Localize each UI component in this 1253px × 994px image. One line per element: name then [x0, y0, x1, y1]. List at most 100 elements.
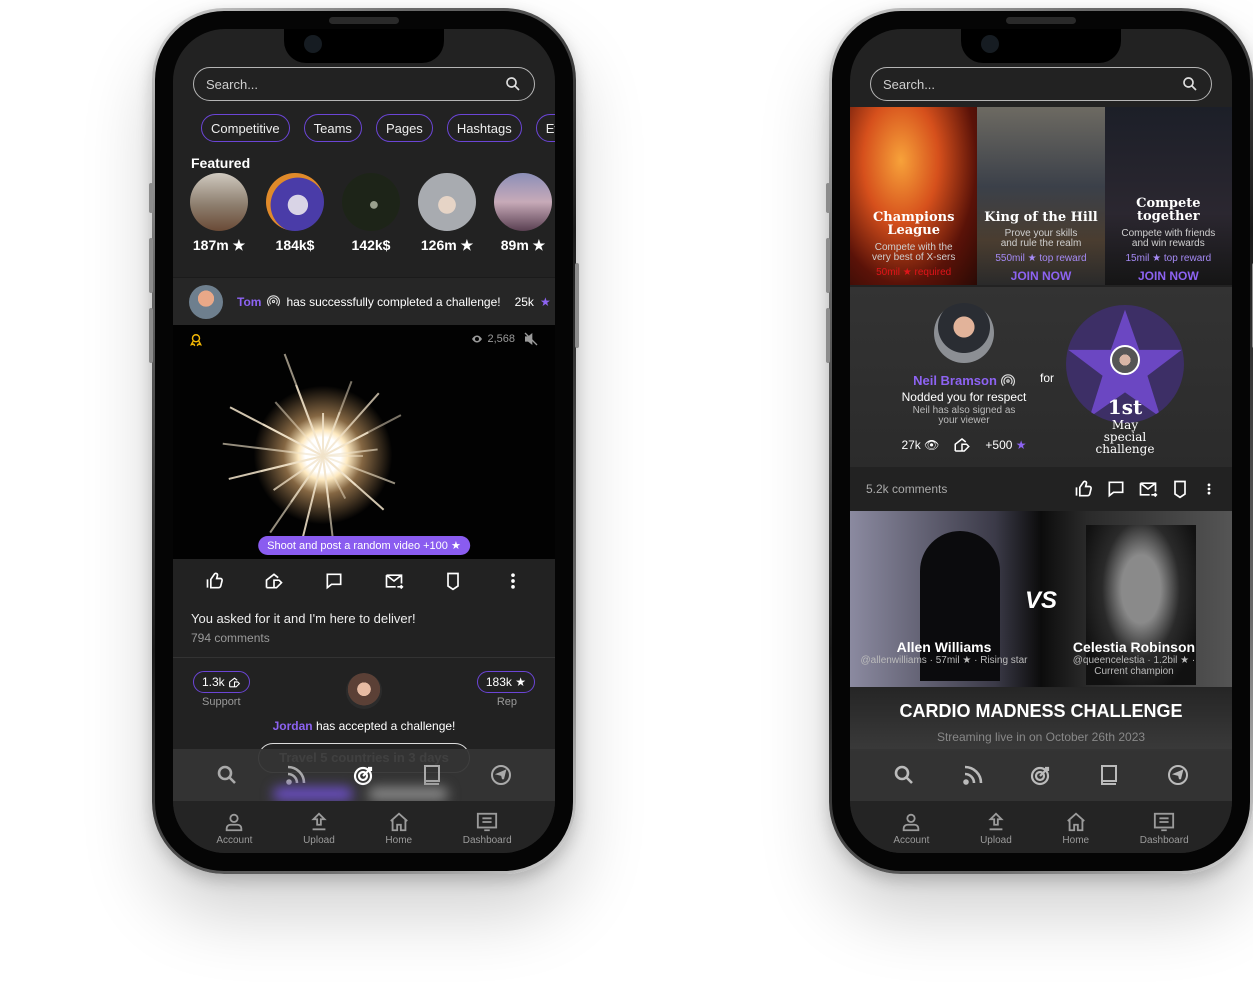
star-icon: ★	[1015, 438, 1027, 452]
tab-home[interactable]: Home	[385, 811, 412, 846]
video-player[interactable]: 2,568 Shoot and post a random video +100…	[173, 325, 555, 559]
card-title: Champions League	[872, 210, 955, 238]
event-banner[interactable]: CARDIO MADNESS CHALLENGE Streaming live …	[850, 687, 1232, 751]
challenger-left[interactable]: Allen Williams @allenwilliams · 57mil ★ …	[858, 639, 1030, 666]
screen-challenges: Champions League Compete with the very b…	[850, 29, 1232, 853]
tab-label: Dashboard	[1139, 835, 1189, 846]
nod-action: Nodded you for respect	[901, 390, 1027, 404]
bezel: Competitive Teams Pages Hashtags Eve Fea…	[155, 11, 573, 871]
search-input[interactable]	[206, 76, 504, 92]
chip-events[interactable]: Eve	[535, 114, 555, 142]
activity-completed[interactable]: Tom has successfully completed a challen…	[173, 277, 555, 325]
join-now-button[interactable]: JOIN NOW	[1105, 269, 1232, 283]
activity-text: has successfully completed a challenge!	[286, 294, 501, 309]
tab-label: Home	[385, 835, 413, 846]
dashboard-icon	[477, 812, 498, 832]
search-bar[interactable]	[870, 67, 1212, 101]
search-bar[interactable]	[193, 67, 535, 101]
search-icon[interactable]	[892, 763, 916, 787]
chip-teams[interactable]: Teams	[303, 114, 362, 142]
accepted-user[interactable]: Jordan	[273, 719, 313, 733]
featured-item[interactable]: 126m ★	[418, 173, 476, 254]
camera	[981, 35, 999, 53]
tab-label: Upload	[980, 835, 1012, 846]
dock-glow	[368, 787, 448, 801]
mute-icon[interactable]	[523, 331, 539, 347]
event-subtitle: Streaming live in on October 26th 2023	[936, 730, 1146, 744]
post-comments-link[interactable]: 794 comments	[191, 631, 270, 645]
tab-upload[interactable]: Upload	[980, 811, 1012, 846]
nod-user[interactable]: Neil Bramson	[913, 373, 997, 388]
featured-item[interactable]: 184k$	[266, 173, 324, 254]
eye-icon	[472, 335, 483, 343]
nod-points-value: +500	[985, 438, 1013, 452]
compass-icon[interactable]	[1166, 763, 1190, 787]
featured-item[interactable]: 89m ★	[494, 173, 552, 254]
feed-icon[interactable]	[284, 763, 308, 787]
featured-avatar[interactable]	[190, 173, 248, 231]
challenger-meta: @allenwilliams · 57mil ★ · Rising star	[860, 655, 1028, 666]
card-king-of-the-hill[interactable]: King of the Hill Prove your skills and r…	[977, 107, 1105, 285]
comment-icon[interactable]	[324, 571, 344, 591]
chip-hashtags[interactable]: Hashtags	[446, 114, 522, 142]
featured-item[interactable]: 142k$	[342, 173, 400, 254]
like-icon[interactable]	[1074, 479, 1094, 499]
share-icon[interactable]	[1138, 479, 1158, 499]
support-icon[interactable]	[953, 436, 971, 454]
mute-switch	[826, 183, 830, 213]
neil-avatar[interactable]	[934, 303, 994, 363]
featured-avatar[interactable]	[266, 173, 324, 231]
featured-item[interactable]: 187m ★	[190, 173, 248, 254]
share-icon[interactable]	[384, 571, 404, 591]
challenge-pill[interactable]: Shoot and post a random video +100 ★	[258, 536, 470, 555]
upload-icon	[988, 812, 1004, 831]
tab-home[interactable]: Home	[1062, 811, 1089, 846]
book-icon[interactable]	[1097, 763, 1121, 787]
event-title: CARDIO MADNESS CHALLENGE	[899, 701, 1183, 721]
versus-banner[interactable]: VS Allen Williams @allenwilliams · 57mil…	[850, 511, 1232, 687]
notch	[284, 29, 444, 63]
book-icon[interactable]	[420, 763, 444, 787]
feed-icon[interactable]	[961, 763, 985, 787]
comments-link[interactable]: 5.2k comments	[866, 482, 947, 496]
activity-user[interactable]: Tom	[237, 295, 261, 309]
support-pill[interactable]: 1.3k	[193, 671, 250, 693]
home-icon	[389, 812, 408, 832]
search-input[interactable]	[883, 76, 1181, 92]
tab-upload[interactable]: Upload	[303, 811, 335, 846]
search-icon[interactable]	[504, 75, 522, 93]
challenger-right[interactable]: Celestia Robinson @queencelestia · 1.2bi…	[1046, 639, 1222, 677]
featured-avatar[interactable]	[342, 173, 400, 231]
search-icon[interactable]	[1181, 75, 1199, 93]
challenge-target-icon[interactable]	[1029, 763, 1053, 787]
chip-competitive[interactable]: Competitive	[201, 114, 290, 142]
phone-left: Competitive Teams Pages Hashtags Eve Fea…	[149, 8, 579, 874]
comment-icon[interactable]	[1106, 479, 1126, 499]
featured-value: 89m ★	[500, 237, 546, 253]
bookmark-icon[interactable]	[443, 571, 463, 591]
jordan-avatar[interactable]	[346, 673, 382, 709]
tab-account[interactable]: Account	[216, 811, 252, 846]
featured-avatar[interactable]	[494, 173, 552, 231]
accepted-message: has accepted a challenge!	[315, 719, 456, 733]
tab-dashboard[interactable]: Dashboard	[463, 811, 512, 846]
tab-dashboard[interactable]: Dashboard	[1140, 811, 1189, 846]
card-champions-league[interactable]: Champions League Compete with the very b…	[850, 107, 978, 285]
rep-pill[interactable]: 183k ★	[476, 671, 535, 693]
search-icon[interactable]	[215, 763, 239, 787]
compass-icon[interactable]	[489, 763, 513, 787]
chip-pages[interactable]: Pages	[375, 114, 433, 142]
featured-avatar[interactable]	[418, 173, 476, 231]
bookmark-icon[interactable]	[1170, 479, 1190, 499]
more-icon[interactable]	[503, 571, 523, 591]
card-compete-together[interactable]: Compete together Compete with friends an…	[1104, 107, 1232, 285]
featured-value: 142k$	[351, 237, 391, 253]
tab-account[interactable]: Account	[893, 811, 929, 846]
tom-avatar[interactable]	[189, 284, 223, 319]
notch	[961, 29, 1121, 63]
like-icon[interactable]	[205, 571, 225, 591]
challenge-target-icon[interactable]	[352, 763, 376, 787]
more-icon[interactable]	[1202, 479, 1216, 499]
support-icon[interactable]	[264, 571, 284, 591]
join-now-button[interactable]: JOIN NOW	[977, 269, 1104, 283]
